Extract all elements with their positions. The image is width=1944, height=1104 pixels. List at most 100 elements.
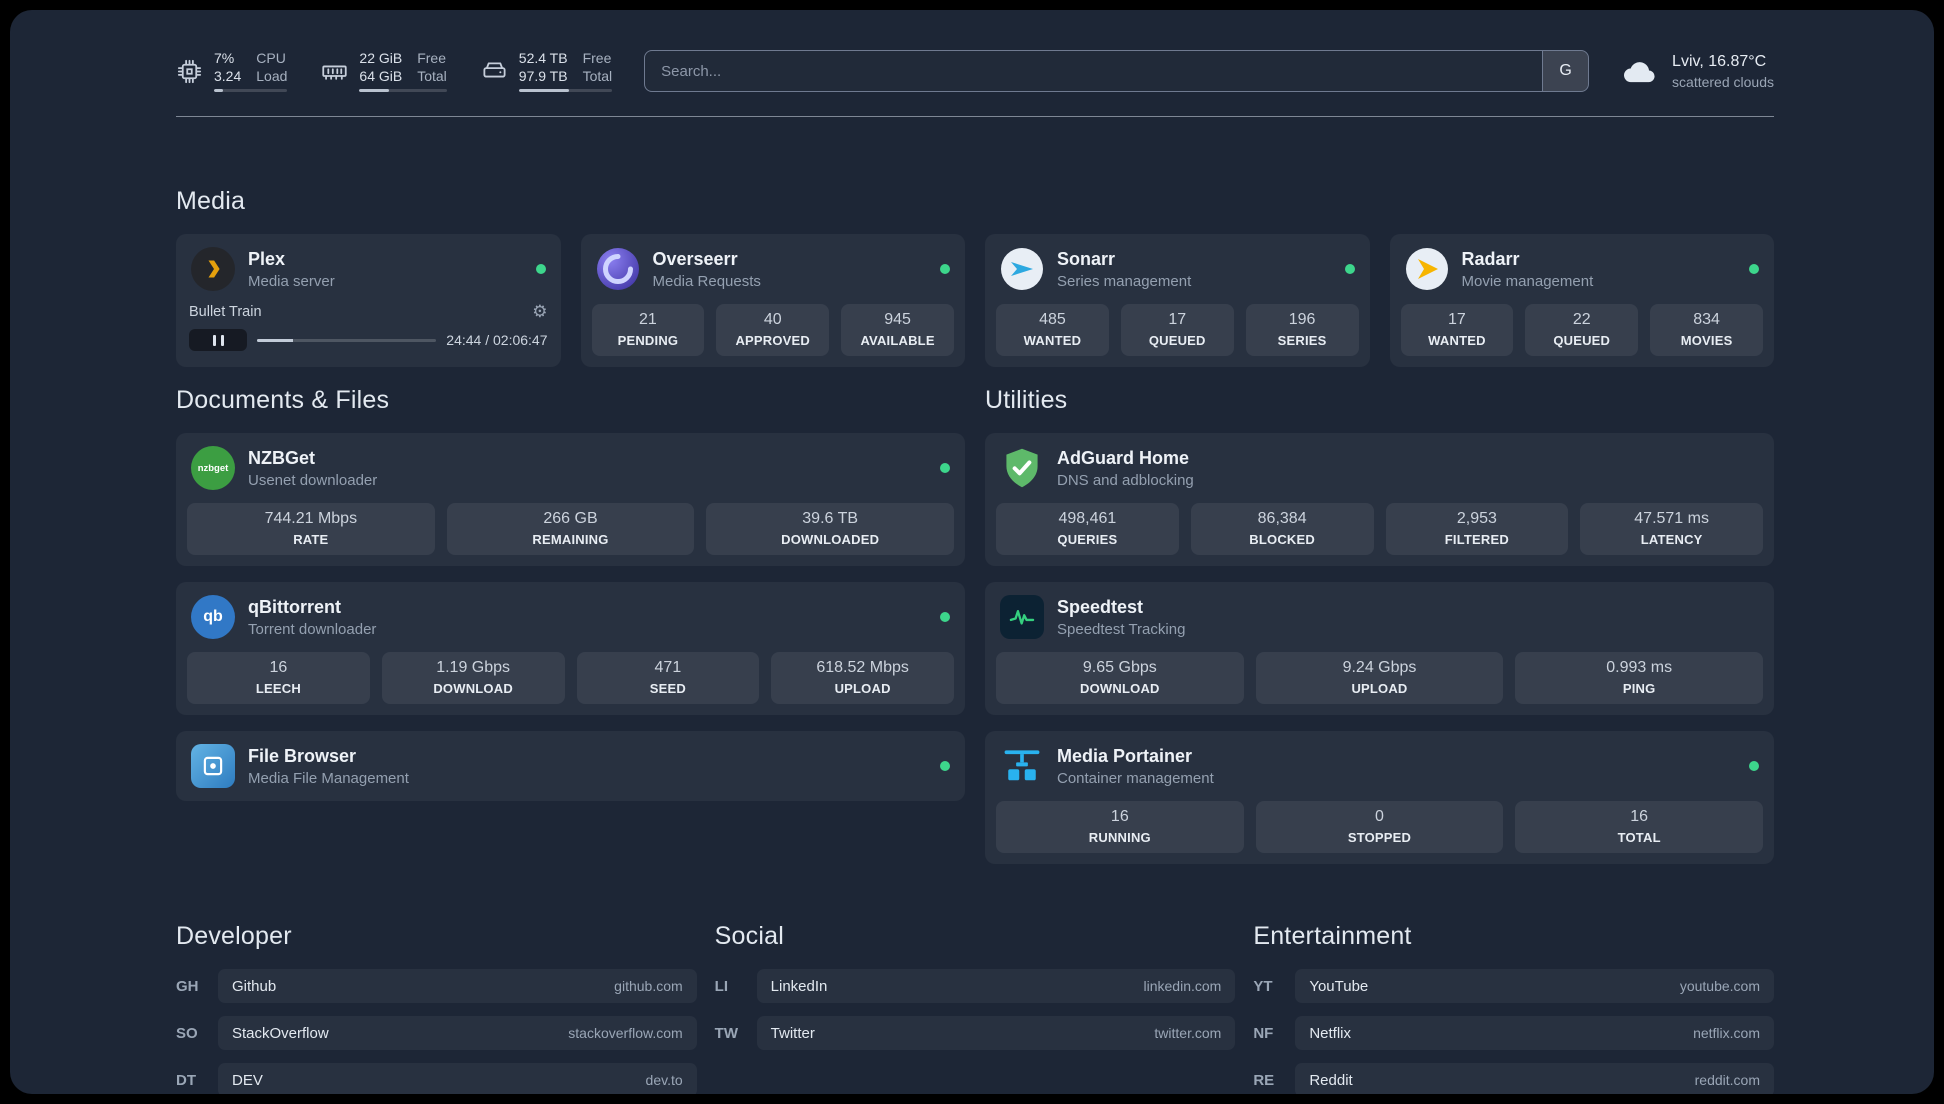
memory-resource-widget: 22 GiB 64 GiB Free Total (321, 50, 447, 93)
memory-icon (321, 58, 348, 85)
bookmark-abbr: DT (176, 1071, 196, 1089)
cpu-usage-label: CPU (256, 50, 286, 66)
bookmark-row: SO StackOverflow stackoverflow.com (176, 1016, 697, 1051)
weather-condition: scattered clouds (1672, 73, 1774, 90)
speedtest-icon (1000, 595, 1044, 640)
weather-location: Lviv, 16.87°C (1672, 52, 1767, 70)
bookmark-dev[interactable]: DEV dev.to (218, 1063, 697, 1094)
stat-queued: 22 QUEUED (1525, 304, 1639, 357)
pause-button[interactable] (189, 329, 247, 352)
service-description: Media File Management (248, 769, 409, 787)
stat-filtered: 2,953 FILTERED (1385, 503, 1569, 556)
stat-latency: 47.571 ms LATENCY (1580, 503, 1763, 556)
group-documents-files: Documents & Files nzbget NZBGet Usenet d… (176, 386, 965, 864)
group-title-documents: Documents & Files (176, 386, 390, 415)
search-provider-button[interactable]: G (1542, 51, 1589, 92)
bookmark-reddit[interactable]: Reddit reddit.com (1295, 1063, 1774, 1094)
bookmark-abbr: NF (1253, 1024, 1274, 1042)
service-name: Media Portainer (1057, 745, 1193, 766)
service-card-filebrowser[interactable]: File Browser Media File Management (176, 731, 965, 802)
bookmark-youtube[interactable]: YouTube youtube.com (1295, 969, 1774, 1004)
plex-icon (191, 247, 235, 292)
memory-free-label: Free (417, 50, 447, 66)
group-title-entertainment: Entertainment (1253, 922, 1412, 951)
qbittorrent-icon: qb (191, 595, 235, 640)
status-dot (1344, 264, 1355, 275)
service-card-speedtest[interactable]: Speedtest Speedtest Tracking 9.65 Gbps D… (985, 582, 1774, 716)
bookmark-github[interactable]: Github github.com (218, 969, 697, 1004)
search-input[interactable] (645, 51, 1543, 92)
service-card-plex[interactable]: Plex Media server Bullet Train ⚙ 24:44 /… (176, 234, 561, 368)
bookmark-abbr: YT (1253, 977, 1273, 995)
service-name: Speedtest (1057, 596, 1144, 617)
stat-pending: 21 PENDING (591, 304, 705, 357)
stat-download: 9.65 Gbps DOWNLOAD (996, 652, 1244, 705)
playback-progress-bar[interactable] (257, 338, 437, 342)
memory-progress-bar (359, 89, 447, 93)
service-name: AdGuard Home (1057, 447, 1190, 468)
bookmark-row: NF Netflix netflix.com (1253, 1016, 1774, 1051)
gear-icon[interactable]: ⚙ (532, 303, 547, 320)
bookmark-row: TW Twitter twitter.com (715, 1016, 1236, 1051)
overseerr-icon (596, 247, 640, 291)
service-card-portainer[interactable]: Media Portainer Container management 16 … (985, 731, 1774, 865)
group-utilities: Utilities AdGuard Home DNS and adblockin… (985, 386, 1774, 865)
sonarr-icon (1000, 247, 1044, 291)
adguard-icon (1000, 446, 1044, 490)
stat-movies: 834 MOVIES (1650, 304, 1763, 357)
group-title-developer: Developer (176, 922, 292, 951)
stat-upload: 9.24 Gbps UPLOAD (1255, 652, 1504, 705)
service-name: Radarr (1461, 248, 1520, 269)
service-description: Media Requests (652, 272, 761, 290)
resource-widgets: 7% 3.24 CPU Load 22 GiB 64 GiB Free Tota… (176, 50, 613, 93)
bookmark-row: GH Github github.com (176, 969, 697, 1004)
status-dot (940, 761, 950, 772)
group-media: Media Plex Media server Bullet Train ⚙ 2… (176, 187, 1774, 368)
disk-free-label: Free (582, 50, 612, 66)
portainer-icon (1000, 744, 1044, 788)
memory-free-value: 22 GiB (359, 50, 403, 66)
service-description: Movie management (1461, 272, 1594, 290)
disk-resource-widget: 52.4 TB 97.9 TB Free Total (481, 50, 613, 93)
bookmark-abbr: LI (714, 977, 728, 995)
service-description: Container management (1057, 769, 1214, 787)
bookmark-netflix[interactable]: Netflix netflix.com (1295, 1016, 1774, 1051)
service-description: Media server (248, 272, 335, 290)
stat-running: 16 RUNNING (996, 801, 1244, 854)
status-dot (1749, 264, 1759, 275)
cpu-icon (176, 58, 203, 85)
bookmark-linkedin[interactable]: LinkedIn linkedin.com (756, 969, 1236, 1004)
service-name: qBittorrent (248, 596, 341, 617)
disk-progress-bar (518, 89, 613, 93)
bookmark-stackoverflow[interactable]: StackOverflow stackoverflow.com (218, 1016, 697, 1051)
service-card-qbittorrent[interactable]: qb qBittorrent Torrent downloader 16 LEE… (176, 582, 965, 716)
topbar-divider (176, 116, 1774, 118)
cpu-load-value: 3.24 (214, 68, 242, 85)
radarr-icon (1405, 247, 1449, 291)
bookmark-abbr: SO (176, 1024, 198, 1042)
cpu-resource-widget: 7% 3.24 CPU Load (176, 50, 288, 93)
stat-downloaded: 39.6 TB DOWNLOADED (706, 503, 954, 556)
stat-available: 945 AVAILABLE (841, 304, 954, 357)
service-card-adguard[interactable]: AdGuard Home DNS and adblocking 498,461 … (985, 433, 1774, 567)
group-title-media: Media (176, 187, 246, 216)
bookmark-twitter[interactable]: Twitter twitter.com (756, 1016, 1236, 1051)
plex-now-playing: Bullet Train ⚙ 24:44 / 02:06:47 (187, 303, 550, 352)
now-playing-title: Bullet Train (189, 303, 262, 320)
service-card-sonarr[interactable]: Sonarr Series management 485 WANTED 17 Q… (985, 234, 1370, 368)
bookmark-group-developer: Developer GH Github github.com SO StackO… (176, 922, 697, 1094)
status-dot (940, 264, 950, 275)
stat-wanted: 485 WANTED (996, 304, 1109, 357)
service-card-overseerr[interactable]: Overseerr Media Requests 21 PENDING 40 A… (580, 234, 965, 368)
stat-queries: 498,461 QUERIES (996, 503, 1179, 556)
stat-upload: 618.52 Mbps UPLOAD (771, 652, 954, 705)
disk-total-label: Total (582, 68, 613, 85)
dashboard-frame: 7% 3.24 CPU Load 22 GiB 64 GiB Free Tota… (10, 10, 1934, 1094)
cpu-usage-value: 7% (214, 50, 235, 66)
status-dot (940, 612, 950, 623)
service-card-nzbget[interactable]: nzbget NZBGet Usenet downloader 744.21 M… (176, 433, 965, 567)
service-description: DNS and adblocking (1057, 471, 1194, 489)
service-card-radarr[interactable]: Radarr Movie management 17 WANTED 22 QUE… (1389, 234, 1774, 368)
status-dot (1749, 761, 1759, 772)
group-title-utilities: Utilities (985, 386, 1068, 415)
